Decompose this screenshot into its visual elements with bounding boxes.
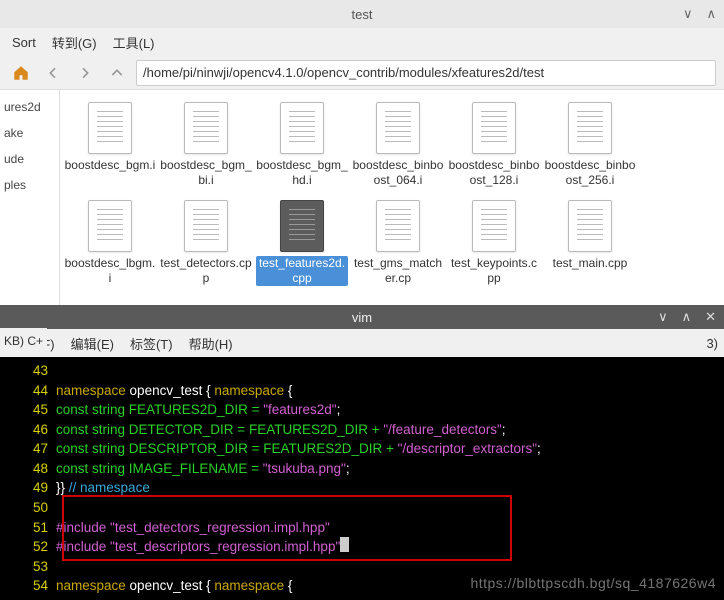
- cursor-icon: [340, 537, 349, 552]
- file-icon: [88, 200, 132, 252]
- file-item[interactable]: boostdesc_lbgm.i: [64, 196, 156, 290]
- file-item[interactable]: test_keypoints.cpp: [448, 196, 540, 290]
- vim-right-truncated: 3): [706, 336, 718, 351]
- file-label: test_gms_matcher.cp: [352, 256, 444, 286]
- file-icon: [568, 200, 612, 252]
- watermark: https://blbttpscdh.bgt/sq_4187626w4: [470, 573, 716, 593]
- file-label: test_detectors.cpp: [160, 256, 252, 286]
- minimize-icon[interactable]: ∨: [658, 309, 668, 325]
- sidebar-item[interactable]: ples: [0, 172, 59, 198]
- up-icon[interactable]: [104, 60, 130, 86]
- sidebar-item[interactable]: ures2d: [0, 94, 59, 120]
- code-area[interactable]: 43 44namespace opencv_test { namespace {…: [0, 357, 724, 600]
- file-item[interactable]: boostdesc_bgm_bi.i: [160, 98, 252, 192]
- menu-goto[interactable]: 转到(G): [52, 33, 97, 52]
- maximize-icon[interactable]: ∧: [682, 309, 692, 325]
- file-icon: [280, 102, 324, 154]
- menu-edit[interactable]: 编辑(E): [71, 334, 114, 353]
- menu-help[interactable]: 帮助(H): [189, 334, 233, 353]
- fm-sidebar: ures2d ake ude ples: [0, 90, 60, 322]
- vim-menubar: 文件(F) 编辑(E) 标签(T) 帮助(H) 3): [0, 329, 724, 357]
- sidebar-item[interactable]: ake: [0, 120, 59, 146]
- fm-window-controls: ∨ ∧: [683, 6, 716, 22]
- forward-icon[interactable]: [72, 60, 98, 86]
- file-label: boostdesc_binboost_128.i: [448, 158, 540, 188]
- file-item[interactable]: test_gms_matcher.cp: [352, 196, 444, 290]
- fm-titlebar[interactable]: test ∨ ∧: [0, 0, 724, 28]
- code-line: 52#include "test_descriptors_regression.…: [0, 537, 724, 557]
- file-icon: [472, 200, 516, 252]
- file-icon: [184, 102, 228, 154]
- file-label: boostdesc_binboost_064.i: [352, 158, 444, 188]
- vim-left-truncated: KB) C+: [0, 328, 47, 354]
- file-icon: [472, 102, 516, 154]
- menu-tools[interactable]: 工具(L): [113, 33, 155, 52]
- path-input[interactable]: /home/pi/ninwji/opencv4.1.0/opencv_contr…: [136, 60, 716, 86]
- close-icon[interactable]: ✕: [705, 309, 716, 325]
- vim-window: vim ∨ ∧ ✕ 文件(F) 编辑(E) 标签(T) 帮助(H) 3) 43 …: [0, 305, 724, 600]
- code-line: 48const string IMAGE_FILENAME = "tsukuba…: [0, 459, 724, 479]
- file-label: test_main.cpp: [553, 256, 628, 271]
- vim-titlebar[interactable]: vim ∨ ∧ ✕: [0, 305, 724, 329]
- sidebar-item[interactable]: ude: [0, 146, 59, 172]
- fm-title: test: [352, 7, 373, 22]
- file-label: boostdesc_bgm_hd.i: [256, 158, 348, 188]
- fm-toolbar: /home/pi/ninwji/opencv4.1.0/opencv_contr…: [0, 56, 724, 90]
- vim-window-controls: ∨ ∧ ✕: [658, 309, 716, 325]
- vim-title: vim: [352, 310, 372, 325]
- file-item[interactable]: test_detectors.cpp: [160, 196, 252, 290]
- file-icon: [568, 102, 612, 154]
- code-line: 46const string DETECTOR_DIR = FEATURES2D…: [0, 420, 724, 440]
- home-icon[interactable]: [8, 60, 34, 86]
- file-label: test_keypoints.cpp: [448, 256, 540, 286]
- fm-body: ures2d ake ude ples boostdesc_bgm.iboost…: [0, 90, 724, 322]
- file-icon: [376, 102, 420, 154]
- menu-sort[interactable]: Sort: [12, 35, 36, 50]
- code-line: 44namespace opencv_test { namespace {: [0, 381, 724, 401]
- file-icon: [280, 200, 324, 252]
- file-item[interactable]: boostdesc_binboost_064.i: [352, 98, 444, 192]
- file-grid: boostdesc_bgm.iboostdesc_bgm_bi.iboostde…: [60, 90, 724, 322]
- file-label: test_features2d.cpp: [256, 256, 348, 286]
- code-line: 47const string DESCRIPTOR_DIR = FEATURES…: [0, 439, 724, 459]
- maximize-icon[interactable]: ∧: [706, 6, 716, 22]
- code-line: 45const string FEATURES2D_DIR = "feature…: [0, 400, 724, 420]
- file-icon: [88, 102, 132, 154]
- file-manager-window: test ∨ ∧ Sort 转到(G) 工具(L) /home/pi/ninwj…: [0, 0, 724, 322]
- code-line: 50: [0, 498, 724, 518]
- code-line: 49}} // namespace: [0, 478, 724, 498]
- file-item[interactable]: boostdesc_binboost_128.i: [448, 98, 540, 192]
- file-icon: [376, 200, 420, 252]
- file-icon: [184, 200, 228, 252]
- file-item[interactable]: test_main.cpp: [544, 196, 636, 290]
- file-label: boostdesc_binboost_256.i: [544, 158, 636, 188]
- code-line: 51#include "test_detectors_regression.im…: [0, 518, 724, 538]
- code-line: 43: [0, 361, 724, 381]
- file-item[interactable]: boostdesc_bgm_hd.i: [256, 98, 348, 192]
- fm-menubar: Sort 转到(G) 工具(L): [0, 28, 724, 56]
- file-label: boostdesc_bgm_bi.i: [160, 158, 252, 188]
- file-item[interactable]: boostdesc_binboost_256.i: [544, 98, 636, 192]
- file-label: boostdesc_bgm.i: [65, 158, 156, 173]
- back-icon[interactable]: [40, 60, 66, 86]
- file-item[interactable]: boostdesc_bgm.i: [64, 98, 156, 192]
- file-label: boostdesc_lbgm.i: [64, 256, 156, 286]
- menu-tags[interactable]: 标签(T): [130, 334, 173, 353]
- minimize-icon[interactable]: ∨: [683, 6, 693, 22]
- file-item[interactable]: test_features2d.cpp: [256, 196, 348, 290]
